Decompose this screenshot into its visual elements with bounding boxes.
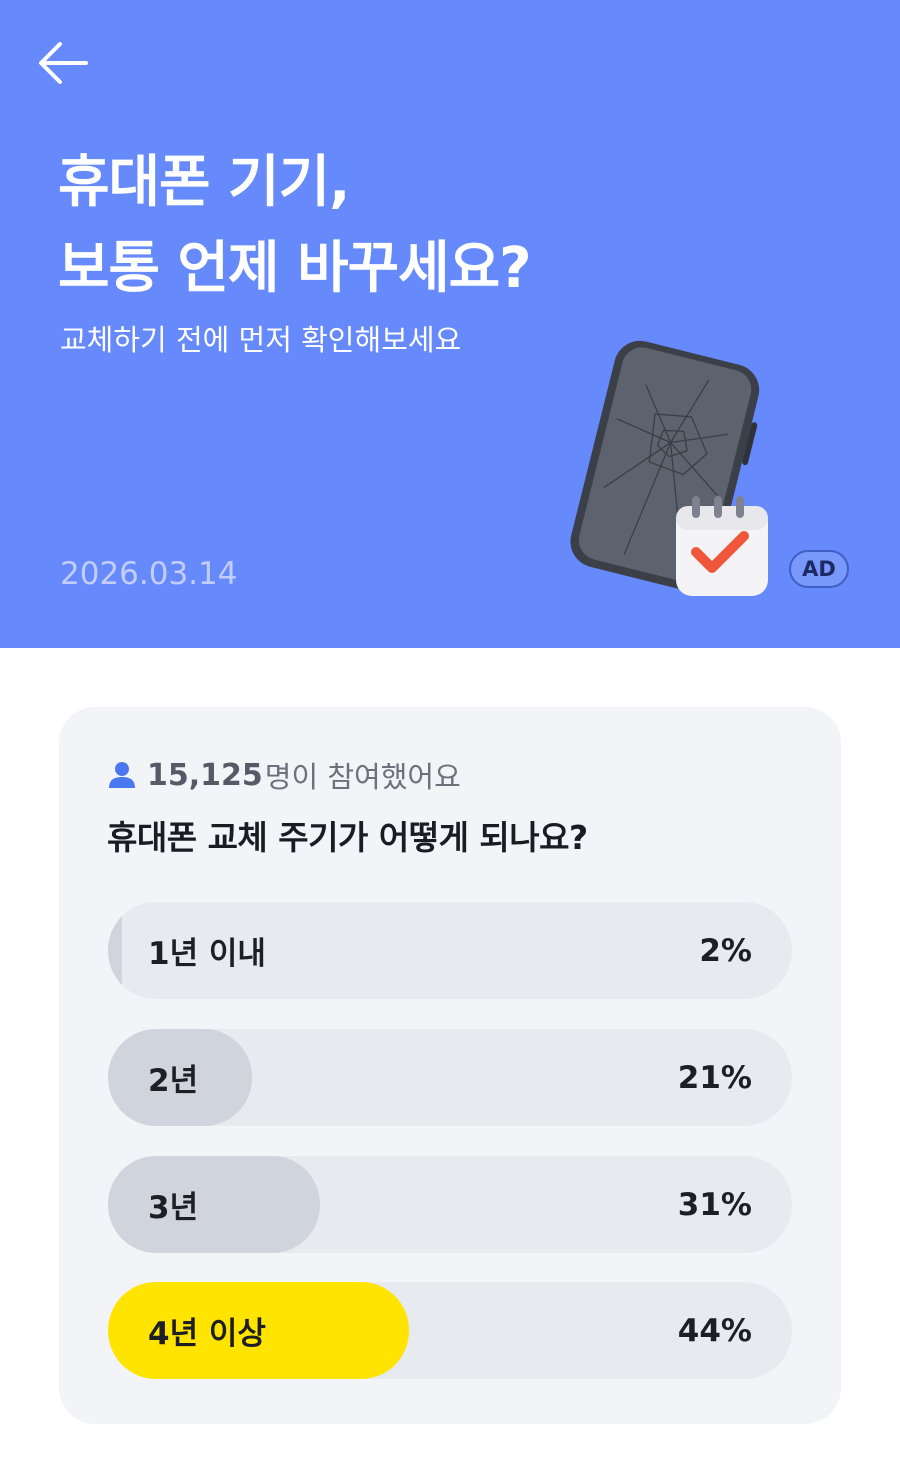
broken-phone-calendar-illustration [570,340,768,596]
poll-question: 휴대폰 교체 주기가 어떻게 되나요? [107,818,588,857]
participant-count: 15,125 [147,757,263,793]
poll-option-bar [108,902,122,999]
poll-option-percent: 31% [677,1186,752,1223]
poll-option-1[interactable]: 1년 이내 2% [108,902,792,999]
poll-option-4[interactable]: 4년 이상 44% [108,1282,792,1379]
ad-badge: AD [789,550,849,588]
poll-option-percent: 2% [699,932,752,969]
poll-card: 15,125 명이 참여했어요 휴대폰 교체 주기가 어떻게 되나요? 1년 이… [59,707,841,1424]
poll-option-3[interactable]: 3년 31% [108,1156,792,1253]
hero-banner: 휴대폰 기기, 보통 언제 바꾸세요? 교체하기 전에 먼저 확인해보세요 20… [0,0,900,648]
participant-suffix: 명이 참여했어요 [264,760,461,794]
poll-option-2[interactable]: 2년 21% [108,1029,792,1126]
poll-option-bar [108,1156,321,1253]
back-button[interactable] [34,36,94,90]
title-line-1: 휴대폰 기기, [58,150,350,215]
post-date: 2026.03.14 [60,556,238,592]
page-title: 휴대폰 기기, 보통 언제 바꾸세요? [58,140,818,312]
calendar-check-icon [676,496,768,596]
poll-option-label: 4년 이상 [148,1316,266,1352]
poll-option-percent: 44% [677,1312,752,1349]
person-icon [109,762,135,788]
title-line-2: 보통 언제 바꾸세요? [58,236,532,301]
poll-option-percent: 21% [677,1059,752,1096]
arrow-left-icon [39,42,88,84]
poll-option-label: 1년 이내 [148,936,266,972]
poll-option-label: 2년 [148,1063,199,1099]
page-subtitle: 교체하기 전에 먼저 확인해보세요 [60,323,462,357]
poll-option-label: 3년 [148,1190,199,1226]
participant-info: 15,125 명이 참여했어요 [107,755,461,795]
